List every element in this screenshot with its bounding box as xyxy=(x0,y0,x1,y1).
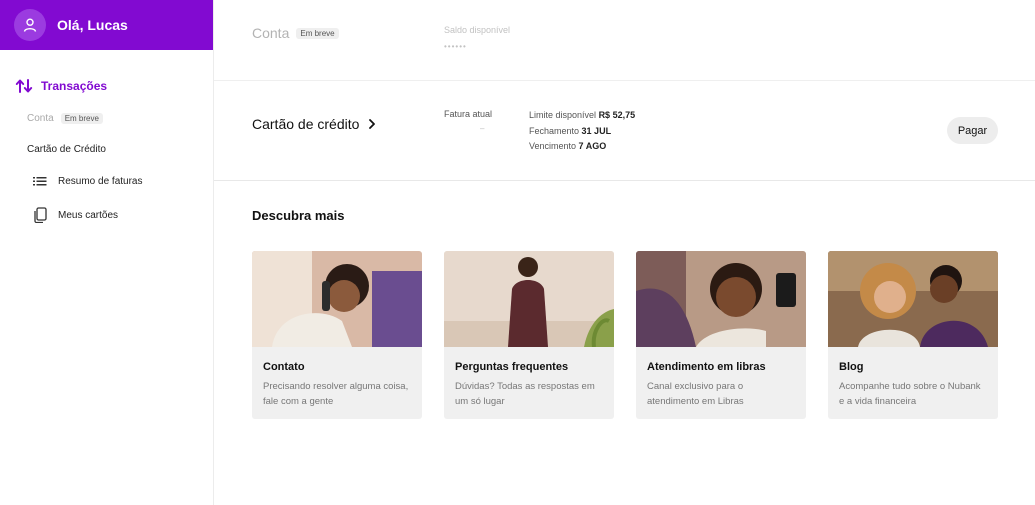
limite-value: R$ 52,75 xyxy=(598,110,636,120)
fatura-atual-value: – xyxy=(480,124,485,133)
sidebar-section-label: Transações xyxy=(41,79,108,93)
sidebar: Olá, Lucas Transações Conta Em breve Car… xyxy=(0,0,214,505)
pagar-button[interactable]: Pagar xyxy=(947,117,998,144)
vencimento-row: Vencimento 7 AGO xyxy=(529,139,635,155)
sidebar-item-conta: Conta Em breve xyxy=(0,110,213,126)
blog-photo xyxy=(828,251,998,347)
chevron-right-icon xyxy=(367,118,377,130)
sidebar-header: Olá, Lucas xyxy=(0,0,213,50)
tile-description: Canal exclusivo para o atendimento em Li… xyxy=(647,381,744,407)
libras-photo xyxy=(636,251,806,347)
tile-title: Contato xyxy=(263,361,305,373)
sidebar-section-transacoes[interactable]: Transações xyxy=(0,77,213,95)
transfer-arrows-icon xyxy=(15,79,33,93)
tile-atendimento-em-libras[interactable]: Atendimento em libras Canal exclusivo pa… xyxy=(636,251,806,419)
cartao-title-link[interactable]: Cartão de crédito xyxy=(252,116,377,132)
descubra-title: Descubra mais xyxy=(252,208,345,223)
sidebar-item-resumo-de-faturas[interactable]: Resumo de faturas xyxy=(0,172,213,190)
sidebar-item-cartao-de-credito[interactable]: Cartão de Crédito xyxy=(0,141,213,157)
perguntas-photo xyxy=(444,251,614,347)
user-icon xyxy=(23,18,37,32)
cartao-section: Cartão de crédito Fatura atual – Limite … xyxy=(214,81,1035,181)
em-breve-badge: Em breve xyxy=(296,27,339,39)
cards-icon xyxy=(34,207,47,223)
tile-perguntas-frequentes[interactable]: Perguntas frequentes Dúvidas? Todas as r… xyxy=(444,251,614,419)
tile-title: Perguntas frequentes xyxy=(455,361,569,373)
tile-blog[interactable]: Blog Acompanhe tudo sobre o Nubank e a v… xyxy=(828,251,998,419)
contato-photo xyxy=(252,251,422,347)
avatar[interactable] xyxy=(14,9,46,41)
discover-tiles: Contato Precisando resolver alguma coisa… xyxy=(252,251,1020,419)
fechamento-value: 31 JUL xyxy=(581,125,612,136)
sidebar-item-meus-cartoes[interactable]: Meus cartões xyxy=(0,206,213,224)
conta-title-group: Conta Em breve xyxy=(252,25,339,41)
card-limits: Limite disponível R$ 52,75 Fechamento 31… xyxy=(529,108,635,155)
tile-title: Atendimento em libras xyxy=(647,361,766,373)
conta-title: Conta xyxy=(252,25,290,41)
sidebar-item-label: Resumo de faturas xyxy=(58,175,143,187)
fatura-atual-label: Fatura atual xyxy=(444,109,493,119)
conta-section: Conta Em breve Saldo disponível •••••• xyxy=(214,0,1035,81)
tile-description: Dúvidas? Todas as respostas em um só lug… xyxy=(455,381,595,407)
sidebar-item-conta-label: Conta xyxy=(27,112,54,124)
main-content: Conta Em breve Saldo disponível •••••• C… xyxy=(214,0,1035,505)
limite-label: Limite disponível xyxy=(529,110,597,120)
cartao-title: Cartão de crédito xyxy=(252,116,360,132)
em-breve-badge: Em breve xyxy=(60,112,103,124)
tile-description: Precisando resolver alguma coisa, fale c… xyxy=(263,381,409,407)
tile-contato[interactable]: Contato Precisando resolver alguma coisa… xyxy=(252,251,422,419)
sidebar-item-label: Meus cartões xyxy=(58,209,119,221)
tile-title: Blog xyxy=(839,361,864,373)
saldo-value: •••••• xyxy=(444,42,467,51)
vencimento-value: 7 AGO xyxy=(578,141,607,151)
tile-description: Acompanhe tudo sobre o Nubank e a vida f… xyxy=(839,381,981,407)
fechamento-row: Fechamento 31 JUL xyxy=(529,124,635,140)
sidebar-item-cartao-label: Cartão de Crédito xyxy=(27,143,106,155)
saldo-label: Saldo disponível xyxy=(444,25,511,35)
greeting: Olá, Lucas xyxy=(57,17,128,33)
list-icon xyxy=(33,177,47,186)
fechamento-label: Fechamento xyxy=(529,125,580,136)
vencimento-label: Vencimento xyxy=(529,141,577,151)
limite-row: Limite disponível R$ 52,75 xyxy=(529,108,635,124)
